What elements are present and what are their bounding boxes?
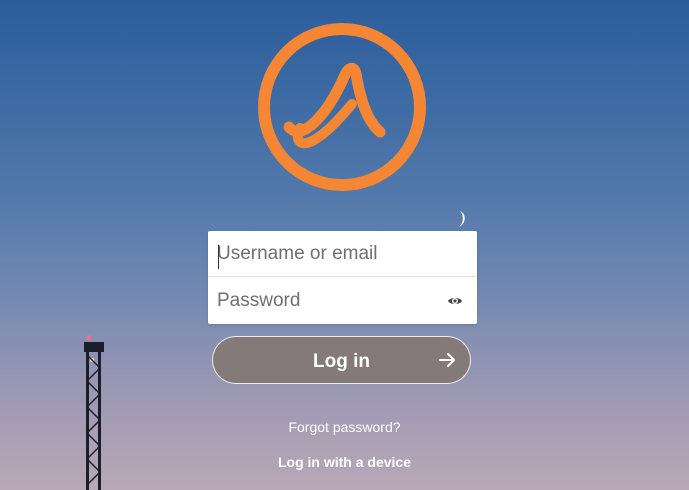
password-input[interactable]: [217, 278, 437, 324]
arrow-right-icon: [439, 353, 455, 367]
forgot-password-link[interactable]: Forgot password?: [0, 419, 689, 435]
text-caret: [218, 245, 219, 269]
login-with-device-link[interactable]: Log in with a device: [0, 454, 689, 470]
password-field-container: [208, 278, 477, 324]
username-field-container: [208, 231, 477, 277]
login-form: [208, 231, 477, 324]
username-input[interactable]: [217, 231, 437, 277]
eye-icon[interactable]: [447, 293, 463, 309]
login-button[interactable]: Log in: [212, 336, 471, 384]
app-logo-icon: [258, 23, 426, 191]
moon-decoration: [459, 211, 465, 227]
login-button-label: Log in: [313, 351, 370, 372]
